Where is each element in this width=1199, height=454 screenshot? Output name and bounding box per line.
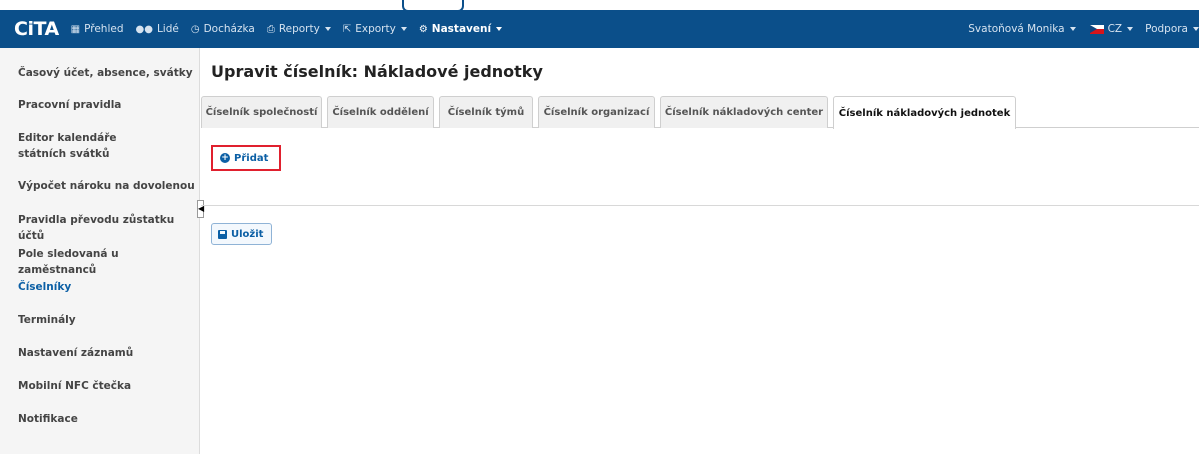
chevron-down-icon — [400, 27, 407, 31]
nav-item-lide[interactable]: ●● Lidé — [136, 23, 179, 35]
language-menu[interactable]: CZ — [1089, 23, 1134, 35]
add-button-label: Přidat — [234, 152, 269, 164]
nav-label: Exporty — [355, 23, 396, 35]
printer-icon: ⎙ — [266, 23, 275, 35]
user-name: Svatoňová Monika — [968, 23, 1065, 35]
support-menu[interactable]: Podpora — [1145, 23, 1199, 35]
tab-ciselnik-nakladovych-jednotek[interactable]: Číselník nákladových jednotek — [833, 96, 1016, 129]
tab-bar: Číselník společností Číselník oddělení Č… — [201, 96, 1199, 129]
nav-label: Přehled — [84, 23, 124, 35]
sidebar-item-ciselniky[interactable]: Číselníky — [18, 279, 196, 295]
grid-icon: ▦ — [70, 23, 81, 35]
nav-right: Svatoňová Monika CZ Podpora — [968, 10, 1199, 48]
save-button[interactable]: Uložit — [211, 223, 272, 245]
tab-ciselnik-tymu[interactable]: Číselník týmů — [439, 96, 533, 128]
nav-item-prehled[interactable]: ▦ Přehled — [71, 23, 124, 35]
support-label: Podpora — [1145, 23, 1188, 35]
chevron-down-icon — [324, 27, 331, 31]
sidebar-item-vypocet-naroku[interactable]: Výpočet nároku na dovolenou — [18, 178, 196, 194]
tab-ciselnik-organizaci[interactable]: Číselník organizací — [538, 96, 655, 128]
chevron-down-icon — [1127, 27, 1134, 31]
user-menu[interactable]: Svatoňová Monika — [968, 23, 1076, 35]
tab-ciselnik-oddeleni[interactable]: Číselník oddělení — [327, 96, 434, 128]
people-icon: ●● — [135, 23, 153, 35]
chevron-down-icon — [1069, 27, 1076, 31]
clock-icon: ◷ — [190, 23, 200, 35]
nav-item-exporty[interactable]: ⇱ Exporty — [343, 23, 407, 35]
page-title: Upravit číselník: Nákladové jednotky — [211, 62, 543, 81]
gear-icon: ⚙ — [418, 23, 428, 35]
logo-text: CiTA — [14, 18, 59, 40]
chevron-down-icon — [496, 27, 503, 31]
plus-circle-icon: + — [220, 153, 230, 163]
nav-item-reporty[interactable]: ⎙ Reporty — [267, 23, 331, 35]
sidebar-collapse-button[interactable]: ◀ — [197, 200, 204, 218]
floppy-disk-icon — [218, 229, 227, 239]
sidebar: Časový účet, absence, svátky Pracovní pr… — [0, 48, 200, 454]
save-button-label: Uložit — [231, 228, 264, 240]
nav-label: Reporty — [278, 23, 320, 35]
nav-item-dochazka[interactable]: ◷ Docházka — [191, 23, 255, 35]
nav-label: Lidé — [156, 23, 179, 35]
sidebar-item-terminaly[interactable]: Terminály — [18, 312, 196, 328]
app-logo[interactable]: CiTA — [14, 18, 59, 40]
content-divider — [201, 205, 1199, 206]
sidebar-item-notifikace[interactable]: Notifikace — [18, 411, 196, 427]
export-icon: ⇱ — [342, 23, 352, 35]
sidebar-item-casovy-ucet[interactable]: Časový účet, absence, svátky — [18, 65, 196, 81]
language-label: CZ — [1107, 23, 1123, 35]
sidebar-item-pravidla-prevodu[interactable]: Pravidla převodu zůstatku účtů — [18, 212, 196, 244]
add-button[interactable]: + Přidat — [214, 148, 274, 168]
main-nav: CiTA ▦ Přehled ●● Lidé ◷ Docházka ⎙ Repo… — [0, 10, 1199, 48]
nav-item-nastaveni[interactable]: ⚙ Nastavení — [418, 23, 503, 35]
sidebar-item-mobilni-nfc[interactable]: Mobilní NFC čtečka — [18, 378, 196, 394]
sidebar-item-pole-sledovana[interactable]: Pole sledovaná u zaměstnanců — [18, 246, 196, 278]
sidebar-item-nastaveni-zaznamu[interactable]: Nastavení záznamů — [18, 345, 196, 361]
tab-ciselnik-nakladovych-center[interactable]: Číselník nákladových center — [660, 96, 828, 128]
chevron-down-icon — [1193, 27, 1199, 31]
tab-ciselnik-spolecnosti[interactable]: Číselník společností — [201, 96, 322, 128]
czech-flag-icon — [1089, 24, 1104, 34]
nav-label: Docházka — [203, 23, 255, 35]
nav-label: Nastavení — [431, 23, 492, 35]
sidebar-item-editor-kalendare[interactable]: Editor kalendáře státních svátků — [18, 130, 168, 162]
sidebar-item-pracovni-pravidla[interactable]: Pracovní pravidla — [18, 97, 196, 113]
